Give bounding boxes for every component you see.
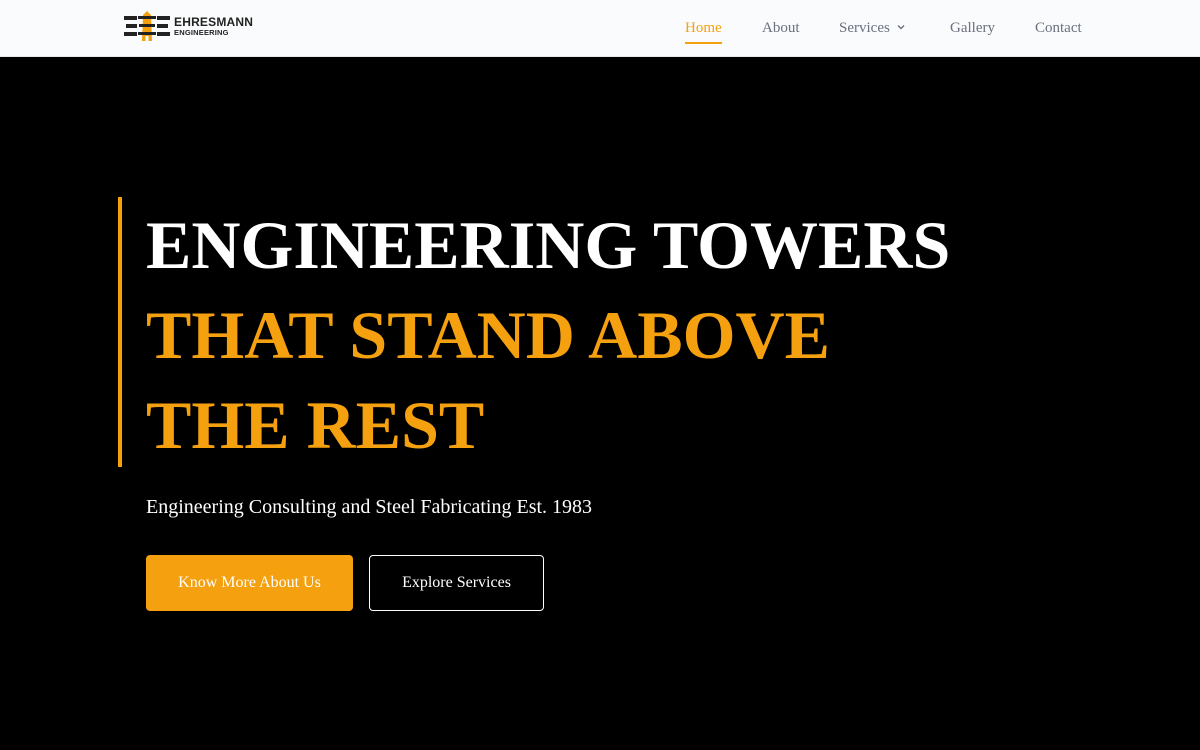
- logo-brand-name: EHRESMANN: [174, 14, 254, 29]
- chevron-down-icon: [897, 25, 905, 30]
- explore-services-button[interactable]: Explore Services: [369, 555, 544, 611]
- site-header: EHRESMANN ENGINEERING Home About Service…: [0, 0, 1200, 57]
- nav-contact[interactable]: Contact: [1035, 18, 1082, 38]
- headline-line-1: ENGINEERING TOWERS: [146, 207, 951, 283]
- logo-text: EHRESMANN ENGINEERING: [174, 16, 253, 37]
- know-more-button[interactable]: Know More About Us: [146, 555, 353, 611]
- hero-tagline: Engineering Consulting and Steel Fabrica…: [146, 496, 593, 518]
- nav-home[interactable]: Home: [685, 18, 722, 44]
- logo-brand-subtitle: ENGINEERING: [174, 27, 229, 37]
- nav-about[interactable]: About: [762, 18, 800, 38]
- headline-accent-bar: [118, 197, 122, 467]
- nav-services[interactable]: Services: [839, 18, 906, 38]
- logo-mark-icon: [124, 11, 170, 41]
- site-logo[interactable]: EHRESMANN ENGINEERING: [124, 10, 253, 42]
- headline-line-3: THE REST: [146, 387, 485, 463]
- headline-line-2: THAT STAND ABOVE: [146, 297, 830, 373]
- nav-services-label: Services: [839, 20, 890, 36]
- nav-gallery[interactable]: Gallery: [950, 18, 995, 38]
- hero-headline: ENGINEERING TOWERS THAT STAND ABOVE THE …: [146, 200, 950, 470]
